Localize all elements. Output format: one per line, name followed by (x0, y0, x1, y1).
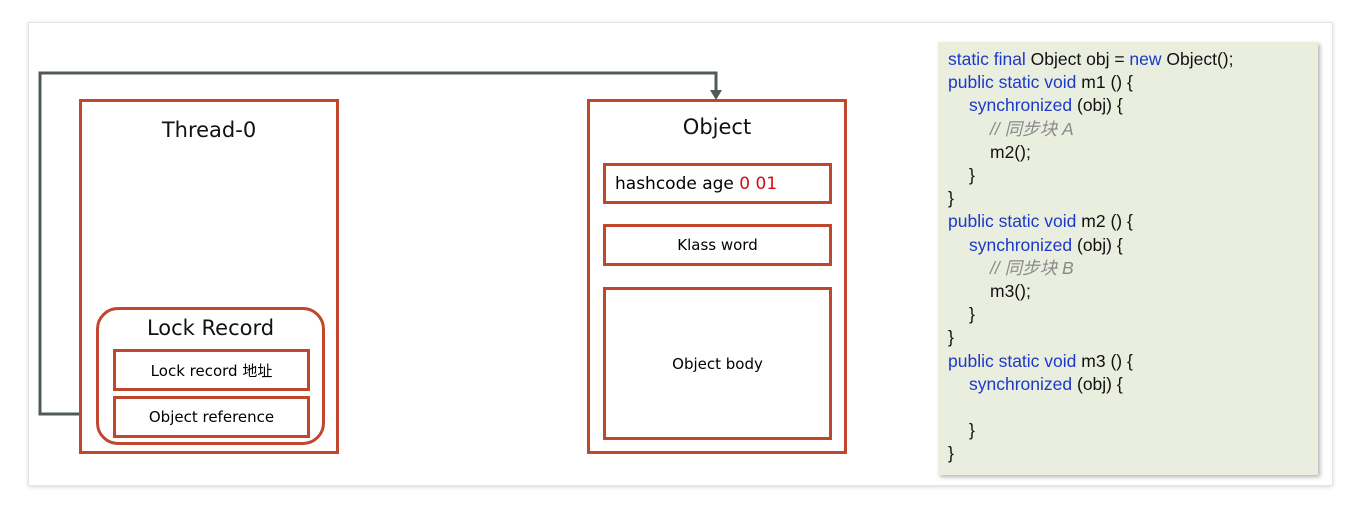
code-text: } (969, 420, 975, 441)
code-text: m1 () { (1076, 72, 1133, 93)
code-line: } (948, 187, 954, 210)
code-text: } (948, 327, 954, 348)
code-comment: // 同步块 B (990, 257, 1074, 278)
code-line: synchronized (obj) { (969, 373, 1123, 396)
code-text: m3(); (990, 281, 1031, 301)
code-text: (obj) { (1072, 95, 1123, 116)
object-body-label: Object body (672, 354, 763, 373)
code-text: (obj) { (1072, 234, 1123, 255)
code-text: m2 () { (1076, 211, 1133, 232)
code-keyword: synchronized (969, 373, 1073, 394)
code-line: public static void m1 () { (948, 71, 1133, 94)
code-text: Object obj = (1025, 49, 1130, 69)
code-line: // 同步块 B (990, 257, 1074, 280)
thread-title: Thread-0 (161, 118, 257, 142)
code-line: } (969, 419, 975, 442)
code-line: m3(); (990, 280, 1031, 303)
code-text: m3 () { (1076, 350, 1133, 371)
code-keyword: public static void (948, 350, 1077, 371)
object-reference-label: Object reference (148, 408, 275, 426)
mark-word-field: hashcode age 0 01 (603, 163, 832, 204)
code-line: } (948, 442, 954, 465)
object-reference-field: Object reference (113, 396, 310, 438)
code-line: // 同步块 A (990, 118, 1074, 141)
code-text: } (948, 443, 954, 464)
klass-word-field: Klass word (603, 224, 832, 266)
lock-record-box: Lock Record Lock record 地址 Object refere… (96, 307, 325, 445)
code-line: public static void m3 () { (948, 350, 1133, 373)
code-panel: static final Object obj = new Object(); p… (938, 42, 1318, 475)
code-line: } (969, 303, 975, 326)
code-text: m2(); (990, 141, 1031, 162)
object-box: Object hashcode age 0 01 Klass word Obje… (587, 99, 847, 454)
mark-word-bits: 0 01 (739, 173, 778, 194)
klass-word-label: Klass word (677, 236, 758, 254)
lock-record-title: Lock Record (146, 316, 275, 340)
object-body-field: Object body (603, 287, 832, 440)
code-text: } (948, 188, 954, 209)
lock-record-address-field: Lock record 地址 (113, 349, 310, 391)
code-keyword: new (1129, 49, 1162, 69)
code-line: public static void m2 () { (948, 210, 1133, 233)
code-keyword: synchronized (969, 234, 1073, 255)
code-line: static final Object obj = new Object(); (948, 48, 1234, 71)
code-keyword: static final (948, 49, 1026, 69)
code-text: (obj) { (1072, 373, 1123, 394)
code-keyword: public static void (948, 72, 1077, 93)
code-keyword: public static void (948, 211, 1077, 232)
code-text: Object(); (1161, 49, 1234, 69)
code-line: m2(); (990, 141, 1031, 164)
code-line: synchronized (obj) { (969, 234, 1123, 257)
code-text: } (969, 304, 975, 325)
code-keyword: synchronized (969, 95, 1073, 116)
object-title: Object (682, 115, 752, 139)
code-text: } (969, 165, 975, 185)
code-comment: // 同步块 A (990, 118, 1074, 139)
thread-box: Thread-0 Lock Record Lock record 地址 Obje… (79, 99, 339, 454)
code-line: } (969, 164, 975, 187)
mark-word-label: hashcode age (615, 173, 740, 194)
lock-record-address-label: Lock record 地址 (150, 361, 273, 380)
code-line: } (948, 326, 954, 349)
code-line: synchronized (obj) { (969, 94, 1123, 117)
